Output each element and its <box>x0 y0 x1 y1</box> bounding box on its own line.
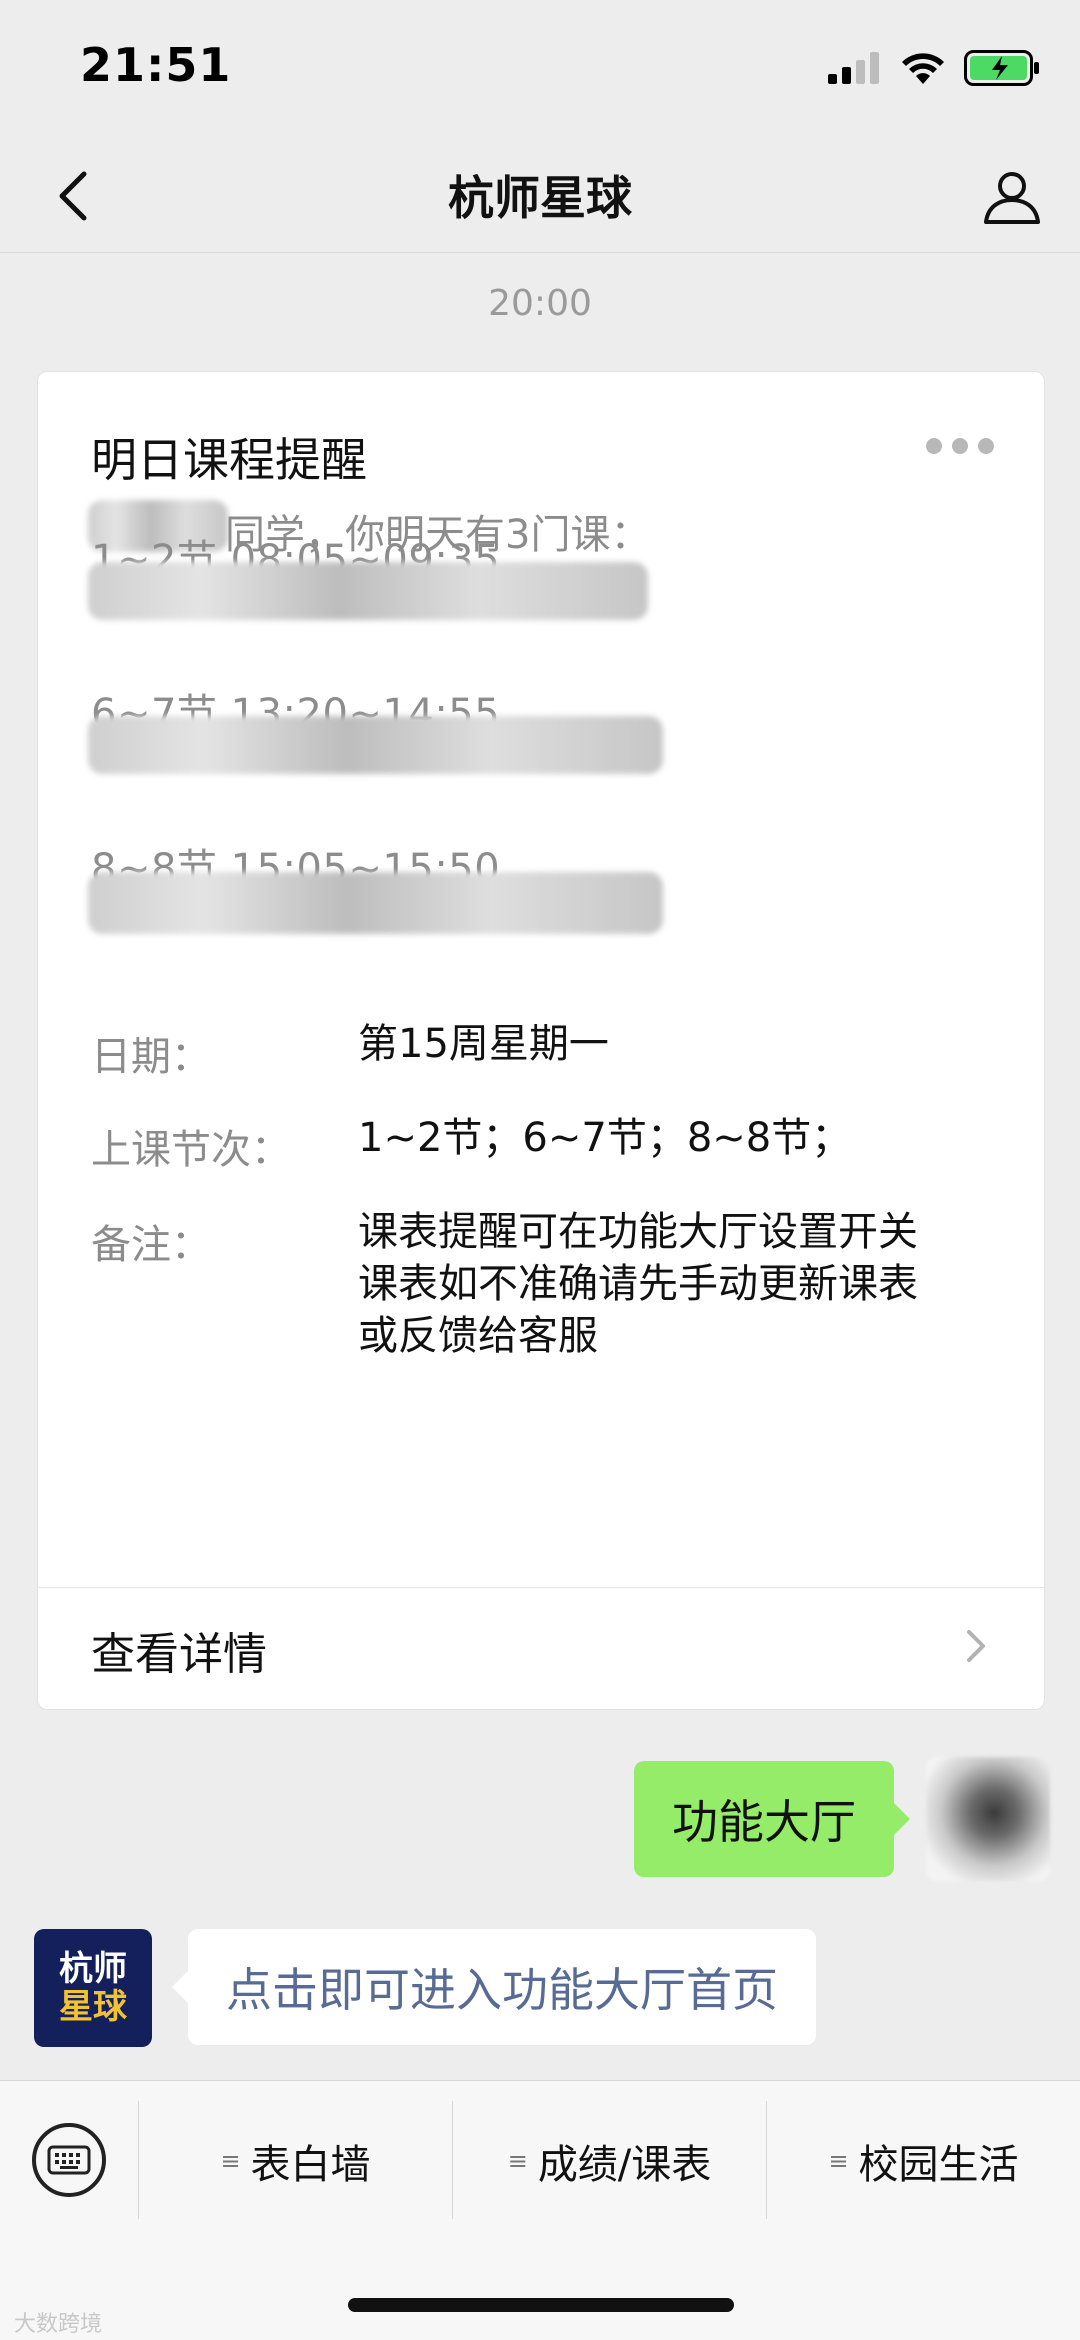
watermark: 大数跨境 <box>14 2312 103 2337</box>
message-timestamp: 20:00 <box>488 283 592 324</box>
menu-list-icon: ≡ <box>507 2147 528 2175</box>
course-reminder-card[interactable]: 明日课程提醒 同学，你明天有3门课： 1~2节 08:05~09:35 6~7节… <box>37 371 1045 1710</box>
keyboard-toggle-button[interactable] <box>32 2123 106 2197</box>
status-time: 21:51 <box>80 38 232 92</box>
menu-item-confession-wall[interactable]: ≡ 表白墙 <box>139 2111 452 2211</box>
received-message-bubble[interactable]: 点击即可进入功能大厅首页 <box>172 1929 816 2045</box>
date-label: 日期： <box>91 1034 211 1080</box>
bot-avatar-line1: 杭师 <box>59 1949 127 1989</box>
bot-avatar-line2: 星球 <box>59 1987 127 2027</box>
status-icons <box>828 48 1040 88</box>
menu-item-label: 表白墙 <box>250 2142 371 2188</box>
redacted-course-info <box>88 562 648 620</box>
menu-item-grades-schedule[interactable]: ≡ 成绩/课表 <box>453 2111 766 2211</box>
status-bar: 21:51 <box>0 0 1080 140</box>
more-options-icon[interactable] <box>926 438 994 454</box>
redacted-course-info <box>88 872 663 934</box>
view-details-link[interactable]: 查看详情 <box>38 1588 1044 1708</box>
menu-item-label: 成绩/课表 <box>537 2142 712 2188</box>
chat-area[interactable]: 20:00 明日课程提醒 同学，你明天有3门课： 1~2节 08:05~09:3… <box>0 253 1080 2080</box>
card-title: 明日课程提醒 <box>91 433 367 487</box>
periods-label: 上课节次： <box>91 1127 291 1173</box>
menu-item-campus-life[interactable]: ≡ 校园生活 <box>767 2111 1080 2211</box>
menu-item-label: 校园生活 <box>858 2142 1019 2188</box>
person-icon <box>984 172 1040 224</box>
profile-button[interactable] <box>972 156 1052 236</box>
battery-charging-icon <box>964 50 1039 86</box>
nav-bar: 杭师星球 <box>0 140 1080 253</box>
redacted-course-info <box>88 716 663 774</box>
sent-message-bubble[interactable]: 功能大厅 <box>634 1761 910 1877</box>
wifi-icon <box>902 53 944 84</box>
menu-list-icon: ≡ <box>220 2147 241 2175</box>
home-indicator[interactable] <box>348 2298 734 2312</box>
note-value: 课表提醒可在功能大厅设置开关 课表如不准确请先手动更新课表 或反馈给客服 <box>358 1209 918 1359</box>
view-details-label: 查看详情 <box>91 1629 267 1680</box>
periods-value: 1~2节；6~7节；8~8节； <box>358 1115 852 1161</box>
keyboard-icon <box>47 2145 91 2175</box>
menu-list-icon: ≡ <box>828 2147 849 2175</box>
signal-icon <box>828 52 879 84</box>
chevron-right-icon <box>967 1630 985 1662</box>
user-avatar[interactable] <box>926 1757 1050 1881</box>
chat-title: 杭师星球 <box>448 171 632 225</box>
note-label: 备注： <box>91 1222 211 1268</box>
bot-avatar[interactable]: 杭师 星球 <box>34 1929 152 2047</box>
date-value: 第15周星期一 <box>358 1021 609 1067</box>
